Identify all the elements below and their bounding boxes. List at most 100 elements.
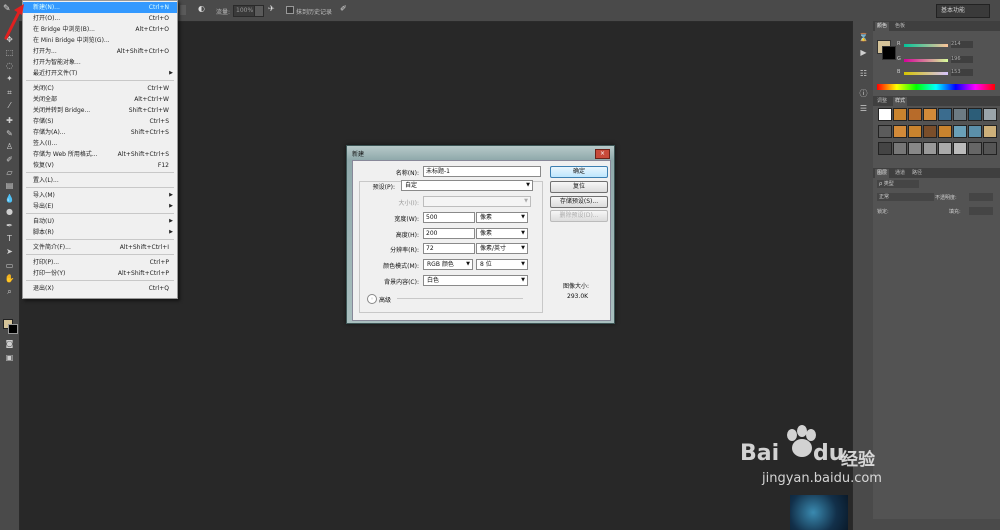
ok-button[interactable]: 确定 xyxy=(550,166,608,178)
history-panel-icon[interactable]: ⌛ xyxy=(858,33,869,43)
tab-styles[interactable]: 样式 xyxy=(893,97,908,106)
resolution-unit-select[interactable]: 像素/英寸 ▼ xyxy=(476,243,528,254)
type-tool-icon[interactable]: T xyxy=(4,234,15,244)
healing-brush-icon[interactable]: ✚ xyxy=(4,116,15,126)
actions-panel-icon[interactable]: ▶ xyxy=(858,48,869,58)
hand-tool-icon[interactable]: ✋ xyxy=(4,274,15,284)
lasso-tool-icon[interactable]: ◌ xyxy=(4,61,15,71)
menu-item[interactable]: 关闭(C) Ctrl+W xyxy=(23,83,177,94)
width-unit-select[interactable]: 像素 ▼ xyxy=(476,212,528,223)
dialog-close-button[interactable]: × xyxy=(595,149,610,159)
color-mode-select[interactable]: RGB 颜色 ▼ xyxy=(423,259,473,270)
pen-tool-icon[interactable]: ✒ xyxy=(4,221,15,231)
width-input[interactable]: 500 xyxy=(423,212,475,223)
info-panel-icon[interactable]: ⓘ xyxy=(858,89,869,99)
style-swatch[interactable] xyxy=(938,142,952,155)
menu-item[interactable]: 签入(I)... xyxy=(23,138,177,149)
save-preset-button[interactable]: 存储预设(S)... xyxy=(550,196,608,208)
menu-item[interactable]: 退出(X) Ctrl+Q xyxy=(23,283,177,294)
style-swatch[interactable] xyxy=(968,125,982,138)
menu-item[interactable]: 打开为智能对象... xyxy=(23,57,177,68)
color-spectrum-bar[interactable] xyxy=(877,84,995,90)
erase-history-checkbox[interactable] xyxy=(286,6,294,14)
blur-tool-icon[interactable]: 💧 xyxy=(4,194,15,204)
style-swatch[interactable] xyxy=(893,125,907,138)
menu-item[interactable]: 脚本(R) ▶ xyxy=(23,227,177,238)
menu-item[interactable]: 存储(S) Ctrl+S xyxy=(23,116,177,127)
screen-mode-icon[interactable]: ▣ xyxy=(4,353,15,363)
history-brush-tool-icon[interactable]: ✐ xyxy=(4,155,15,165)
properties-panel-icon[interactable]: ☷ xyxy=(858,69,869,79)
flow-dropdown[interactable] xyxy=(254,5,264,17)
pressure-size-icon[interactable]: ✐ xyxy=(340,4,350,16)
background-color-swatch[interactable] xyxy=(8,324,18,334)
style-swatch[interactable] xyxy=(923,108,937,121)
menu-item[interactable]: 自动(U) ▶ xyxy=(23,216,177,227)
menu-item[interactable]: 关闭全部 Alt+Ctrl+W xyxy=(23,94,177,105)
dodge-tool-icon[interactable]: ● xyxy=(4,207,15,217)
menu-item[interactable]: 在 Bridge 中浏览(B)... Alt+Ctrl+O xyxy=(23,24,177,35)
b-value-input[interactable]: 153 xyxy=(951,69,973,76)
height-input[interactable]: 200 xyxy=(423,228,475,239)
quick-select-tool-icon[interactable]: ✦ xyxy=(4,74,15,84)
tab-adjustments[interactable]: 调整 xyxy=(875,97,889,106)
g-slider[interactable] xyxy=(904,59,948,62)
quick-mask-icon[interactable]: ◙ xyxy=(4,339,15,349)
menu-item[interactable]: 存储为 Web 所用格式... Alt+Shift+Ctrl+S xyxy=(23,149,177,160)
menu-item[interactable]: 打开为... Alt+Shift+Ctrl+O xyxy=(23,46,177,57)
menu-item[interactable]: 关闭并转到 Bridge... Shift+Ctrl+W xyxy=(23,105,177,116)
color-panel-background[interactable] xyxy=(882,46,896,60)
menu-item[interactable]: 文件简介(F)... Alt+Shift+Ctrl+I xyxy=(23,242,177,253)
zoom-tool-icon[interactable]: ⌕ xyxy=(4,287,15,297)
style-swatch[interactable] xyxy=(983,125,997,138)
advanced-expand-icon[interactable]: » xyxy=(367,294,377,304)
g-value-input[interactable]: 196 xyxy=(951,56,973,63)
style-swatch[interactable] xyxy=(938,125,952,138)
eyedropper-tool-icon[interactable]: ⁄ xyxy=(4,101,15,111)
shape-tool-icon[interactable]: ▭ xyxy=(4,261,15,271)
delete-preset-button[interactable]: 删除预设(D)... xyxy=(550,210,608,222)
pressure-opacity-icon[interactable]: ◐ xyxy=(198,4,208,16)
style-swatch[interactable] xyxy=(923,125,937,138)
style-swatch[interactable] xyxy=(878,108,892,121)
tab-paths[interactable]: 路径 xyxy=(910,169,924,178)
menu-item[interactable]: 最近打开文件(T) ▶ xyxy=(23,68,177,79)
style-swatch[interactable] xyxy=(893,142,907,155)
style-swatch[interactable] xyxy=(953,108,967,121)
tab-layers[interactable]: 图层 xyxy=(875,169,890,178)
r-slider[interactable] xyxy=(904,44,948,47)
name-input[interactable]: 未标题-1 xyxy=(423,166,541,177)
style-swatch[interactable] xyxy=(983,142,997,155)
eraser-tool-icon[interactable]: ▱ xyxy=(4,168,15,178)
style-swatch[interactable] xyxy=(878,125,892,138)
style-swatch[interactable] xyxy=(953,142,967,155)
height-unit-select[interactable]: 像素 ▼ xyxy=(476,228,528,239)
menu-item[interactable]: 新建(N)... Ctrl+N xyxy=(23,2,177,13)
b-slider[interactable] xyxy=(904,72,948,75)
menu-item[interactable]: 导出(E) ▶ xyxy=(23,201,177,212)
menu-item[interactable]: 恢复(V) F12 xyxy=(23,160,177,171)
menu-item[interactable]: 置入(L)... xyxy=(23,175,177,186)
style-swatch[interactable] xyxy=(968,142,982,155)
tab-color[interactable]: 颜色 xyxy=(875,22,890,31)
fill-input[interactable] xyxy=(969,207,993,215)
marquee-tool-icon[interactable]: ⬚ xyxy=(4,48,15,58)
style-swatch[interactable] xyxy=(908,142,922,155)
style-swatch[interactable] xyxy=(893,108,907,121)
layer-filter-kind[interactable]: ρ 类型 xyxy=(877,180,919,188)
style-swatch[interactable] xyxy=(908,125,922,138)
clone-stamp-icon[interactable]: ♙ xyxy=(4,142,15,152)
r-value-input[interactable]: 214 xyxy=(951,41,973,48)
path-select-tool-icon[interactable]: ➤ xyxy=(4,247,15,257)
menu-item[interactable]: 在 Mini Bridge 中浏览(G)... xyxy=(23,35,177,46)
resolution-input[interactable]: 72 xyxy=(423,243,475,254)
bit-depth-select[interactable]: 8 位 ▼ xyxy=(476,259,528,270)
blend-mode-select[interactable]: 正常 xyxy=(877,193,934,201)
style-swatch[interactable] xyxy=(968,108,982,121)
crop-tool-icon[interactable]: ⌗ xyxy=(4,88,15,98)
menu-item[interactable]: 存储为(A)... Shift+Ctrl+S xyxy=(23,127,177,138)
reset-button[interactable]: 复位 xyxy=(550,181,608,193)
menu-item[interactable]: 打印一份(Y) Alt+Shift+Ctrl+P xyxy=(23,268,177,279)
advanced-label[interactable]: 高级 xyxy=(379,295,391,304)
opacity-input[interactable] xyxy=(969,193,993,201)
